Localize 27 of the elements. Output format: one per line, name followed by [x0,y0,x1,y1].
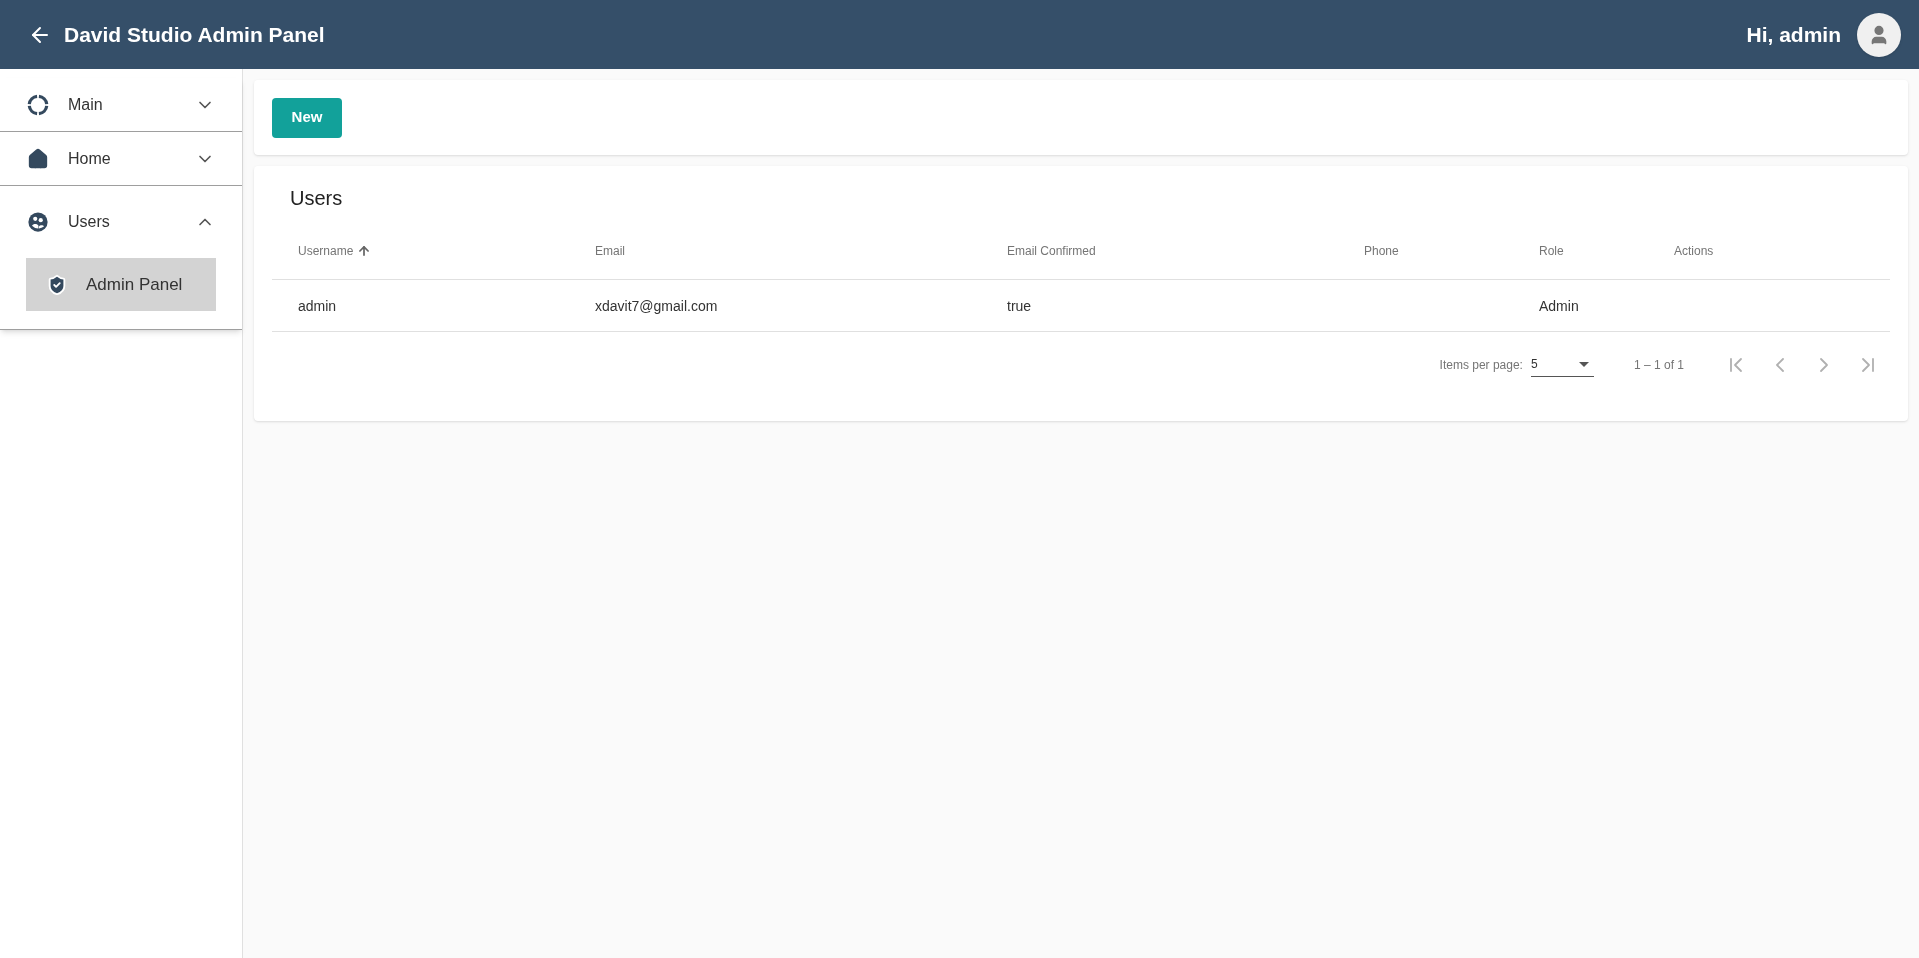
app-title: David Studio Admin Panel [64,21,325,48]
items-per-page-label: Items per page: [1439,356,1523,374]
table-cell: true [1007,297,1032,314]
table-cell: xdavit7@gmail.com [595,297,718,314]
sidebar-item[interactable]: Main [0,78,242,131]
sidebar-item[interactable]: Home [0,132,242,185]
dropdown-caret-icon [1578,361,1589,367]
column-header[interactable]: Email Confirmed [1007,242,1096,260]
column-header[interactable]: Actions [1674,242,1714,260]
new-button[interactable]: New [272,97,342,138]
table-cell: Admin [1539,297,1579,314]
column-header[interactable]: Username [298,242,372,260]
page-size-select[interactable]: 5 [1530,352,1594,377]
home-icon [27,147,49,170]
sidebar-item[interactable]: Users [0,186,242,258]
column-header[interactable]: Email [595,242,625,260]
avatar-button[interactable] [1857,12,1901,57]
shield-check-icon [46,273,68,296]
people-circle-icon [27,211,49,233]
sidebar-subitem[interactable]: Admin Panel [26,258,216,311]
sort-ascending-icon [357,244,372,258]
card-title: Users [289,186,344,211]
column-header[interactable]: Role [1539,242,1564,260]
table-cell: admin [298,297,337,314]
greeting-text: Hi, admin [1746,21,1841,48]
page-range-text: 1 – 1 of 1 [1633,356,1684,374]
column-header[interactable]: Phone [1364,242,1399,260]
